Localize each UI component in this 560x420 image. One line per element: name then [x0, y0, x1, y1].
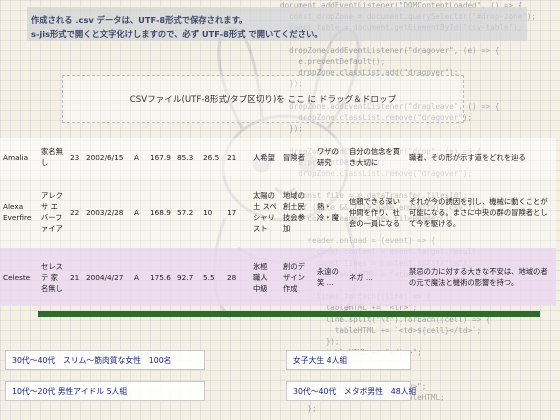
table-cell: 57.2 [177, 207, 194, 217]
table-cell: セレステ 家名無し [41, 261, 63, 293]
chip-label: 10代〜20代 男性アイドル 5人組 [12, 387, 128, 396]
table-cell: 10 [203, 207, 213, 217]
table-cell: 2004/4/27 [86, 272, 124, 282]
table-cell: 職者、その形が示す道をどれを辿る [409, 152, 526, 162]
chip-label: 30代〜40代 メタボ男性 48人組 [293, 387, 417, 396]
notice-line-2: s-jis形式で開くと文字化けしますので、必ず UTF-8形式 で開いてください… [31, 29, 323, 39]
table-cell: 2003/2/28 [86, 207, 124, 217]
table-cell: 家名無し [41, 147, 63, 167]
table-cell: 167.9 [150, 152, 171, 162]
table-cell: 21 [227, 152, 237, 162]
table-cell: それが今の誘因を引し、機械に動くことが可能になる。まさに中央の群の冒険者として今… [409, 196, 548, 228]
table-cell: 地域の創土民技会参加 [283, 191, 305, 233]
notice-line-1: 作成される .csv データは、UTF-8形式で保存されます。 [31, 15, 248, 25]
table-cell: 17 [227, 207, 237, 217]
table-cell: Amalia [3, 152, 29, 162]
table-cell: 5.5 [203, 272, 215, 282]
group-chip-slim-women[interactable]: 30代〜40代 スリム〜筋肉質な女性 100名 [5, 350, 205, 370]
drop-zone-label: CSVファイル(UTF-8形式/タブ区切り)を ここ に ドラッグ＆ドロップ [129, 95, 397, 105]
table-cell: 太陽の土 スペ シャリスト [253, 191, 277, 233]
table-cell: 創のデザイン作成 [283, 261, 305, 293]
table-cell: 人希望 [253, 152, 275, 162]
table-cell: 永遠の笑 ... [317, 267, 339, 287]
table-cell: Celeste [3, 272, 31, 282]
csv-table: Amalia 家名無し 23 2002/6/15 A 167.9 85.3 26… [0, 138, 556, 306]
table-cell: 85.3 [177, 152, 194, 162]
table-cell: 26.5 [203, 152, 220, 162]
csv-drop-zone[interactable]: CSVファイル(UTF-8形式/タブ区切り)を ここ に ドラッグ＆ドロップ [62, 75, 464, 123]
chip-label: 30代〜40代 スリム〜筋肉質な女性 100名 [12, 356, 172, 365]
table-cell: 21 [70, 272, 80, 282]
table-row: Celeste セレステ 家名無し 21 2004/4/27 A 175.6 9… [0, 248, 556, 306]
group-chip-male-idols[interactable]: 10代〜20代 男性アイドル 5人組 [5, 381, 205, 401]
table-cell: 92.7 [177, 272, 194, 282]
table-cell: 禁忌の力に対する大きな不安は、地域の者の元で魔法と機術の影響を持つ。 [409, 267, 548, 287]
table-cell: 23 [70, 152, 80, 162]
group-chip-college-women[interactable]: 女子大生 4人組 [286, 350, 411, 370]
table-cell: 冒険者 [283, 152, 305, 162]
table-cell: 信頼できる深い仲間を作り、社会の一員になる [349, 196, 401, 228]
table-row: Alexa Everfire アレクサ エバーファイア 22 2003/2/28… [0, 176, 556, 248]
table-cell: A [134, 207, 139, 217]
table-cell: 熱・冷・魔 [317, 202, 339, 222]
chip-label: 女子大生 4人組 [293, 356, 348, 365]
group-chip-metabo-men[interactable]: 30代〜40代 メタボ男性 48人組 [286, 381, 416, 401]
table-cell: 175.6 [150, 272, 171, 282]
table-cell: 氷極 職人 中級 [253, 261, 268, 293]
table-cell: 168.9 [150, 207, 171, 217]
table-cell: 自分の信念を貫き大切に [349, 147, 401, 167]
utf8-notice-banner: 作成される .csv データは、UTF-8形式で保存されます。 s-jis形式で… [27, 7, 527, 41]
table-cell: 2002/6/15 [86, 152, 124, 162]
table-cell: ワザの研究 [317, 147, 339, 167]
table-cell: アレクサ エバーファイア [41, 191, 63, 233]
table-cell: 22 [70, 207, 80, 217]
table-cell: A [134, 272, 139, 282]
table-row: Amalia 家名無し 23 2002/6/15 A 167.9 85.3 26… [0, 138, 556, 176]
table-cell: 28 [227, 272, 237, 282]
table-cell: Alexa Everfire [3, 202, 32, 222]
divider-bar [38, 311, 540, 317]
table-cell: ネガ ... [349, 272, 373, 282]
table-cell: A [134, 152, 139, 162]
